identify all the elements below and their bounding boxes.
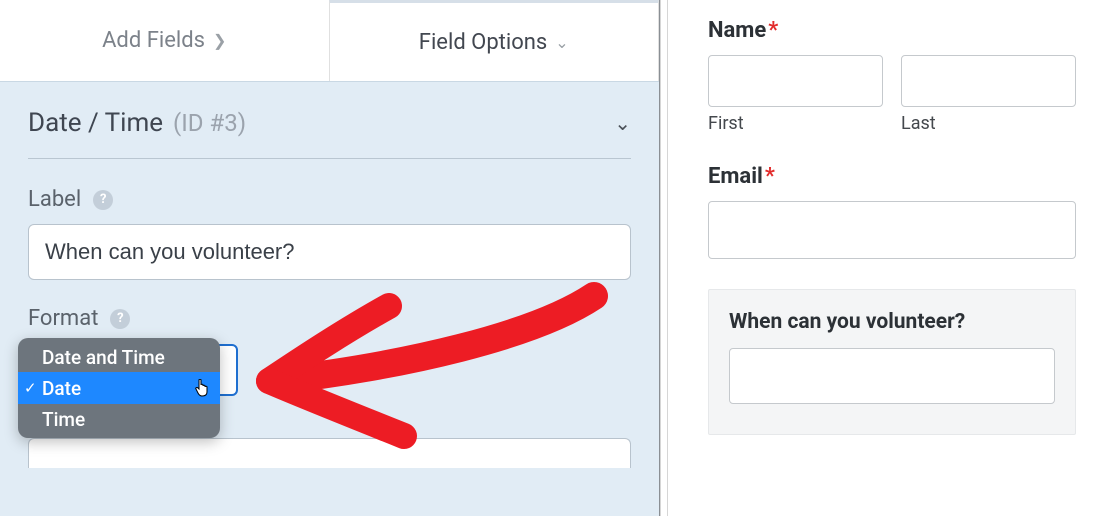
label-label: Label — [28, 187, 81, 212]
format-label: Format — [28, 306, 98, 331]
email-input[interactable] — [708, 201, 1076, 259]
help-icon[interactable]: ? — [110, 309, 130, 329]
dropdown-option-label: Time — [42, 408, 85, 431]
first-name-input[interactable] — [708, 55, 883, 107]
required-indicator: * — [768, 18, 778, 43]
preview-volunteer-label: When can you volunteer? — [729, 310, 1055, 334]
tab-add-fields[interactable]: Add Fields ❯ — [0, 0, 329, 81]
preview-name-label: Name — [708, 18, 766, 43]
format-group: Format ? — [28, 306, 631, 331]
preview-email-label: Email — [708, 164, 763, 189]
tab-add-fields-label: Add Fields — [102, 28, 205, 53]
description-input[interactable] — [28, 438, 631, 468]
dropdown-option-date[interactable]: ✓ Date — [18, 372, 220, 404]
cursor-icon — [194, 379, 210, 401]
chevron-right-icon: ❯ — [213, 31, 226, 50]
tabs-bar: Add Fields ❯ Field Options ⌄ — [0, 0, 659, 82]
required-indicator: * — [765, 164, 775, 189]
label-input[interactable] — [28, 224, 631, 280]
tab-field-options[interactable]: Field Options ⌄ — [329, 0, 660, 81]
volunteer-input[interactable] — [729, 348, 1055, 404]
preview-volunteer-field[interactable]: When can you volunteer? — [708, 289, 1076, 435]
check-icon: ✓ — [24, 379, 37, 397]
form-preview-panel: Name* First Last Email* When can you vol… — [668, 0, 1116, 516]
dropdown-option-date-and-time[interactable]: Date and Time — [18, 338, 220, 372]
format-dropdown: Date and Time ✓ Date Time — [18, 338, 220, 438]
chevron-down-icon: ⌄ — [555, 33, 568, 52]
label-group: Label ? — [28, 187, 631, 280]
chevron-down-icon: ⌄ — [614, 111, 631, 135]
dropdown-option-label: Date and Time — [42, 346, 165, 369]
field-options-panel: Add Fields ❯ Field Options ⌄ Date / Time… — [0, 0, 660, 516]
preview-email-field: Email* — [708, 164, 1076, 259]
field-id: (ID #3) — [173, 109, 246, 137]
field-heading-row[interactable]: Date / Time (ID #3) ⌄ — [28, 108, 631, 159]
panel-divider — [660, 0, 668, 516]
dropdown-option-label: Date — [42, 377, 81, 400]
field-title: Date / Time — [28, 108, 163, 138]
preview-name-field: Name* First Last — [708, 18, 1076, 134]
last-name-input[interactable] — [901, 55, 1076, 107]
tab-field-options-label: Field Options — [419, 30, 547, 55]
last-sublabel: Last — [901, 113, 1076, 134]
dropdown-option-time[interactable]: Time — [18, 404, 220, 438]
first-sublabel: First — [708, 113, 883, 134]
help-icon[interactable]: ? — [93, 190, 113, 210]
